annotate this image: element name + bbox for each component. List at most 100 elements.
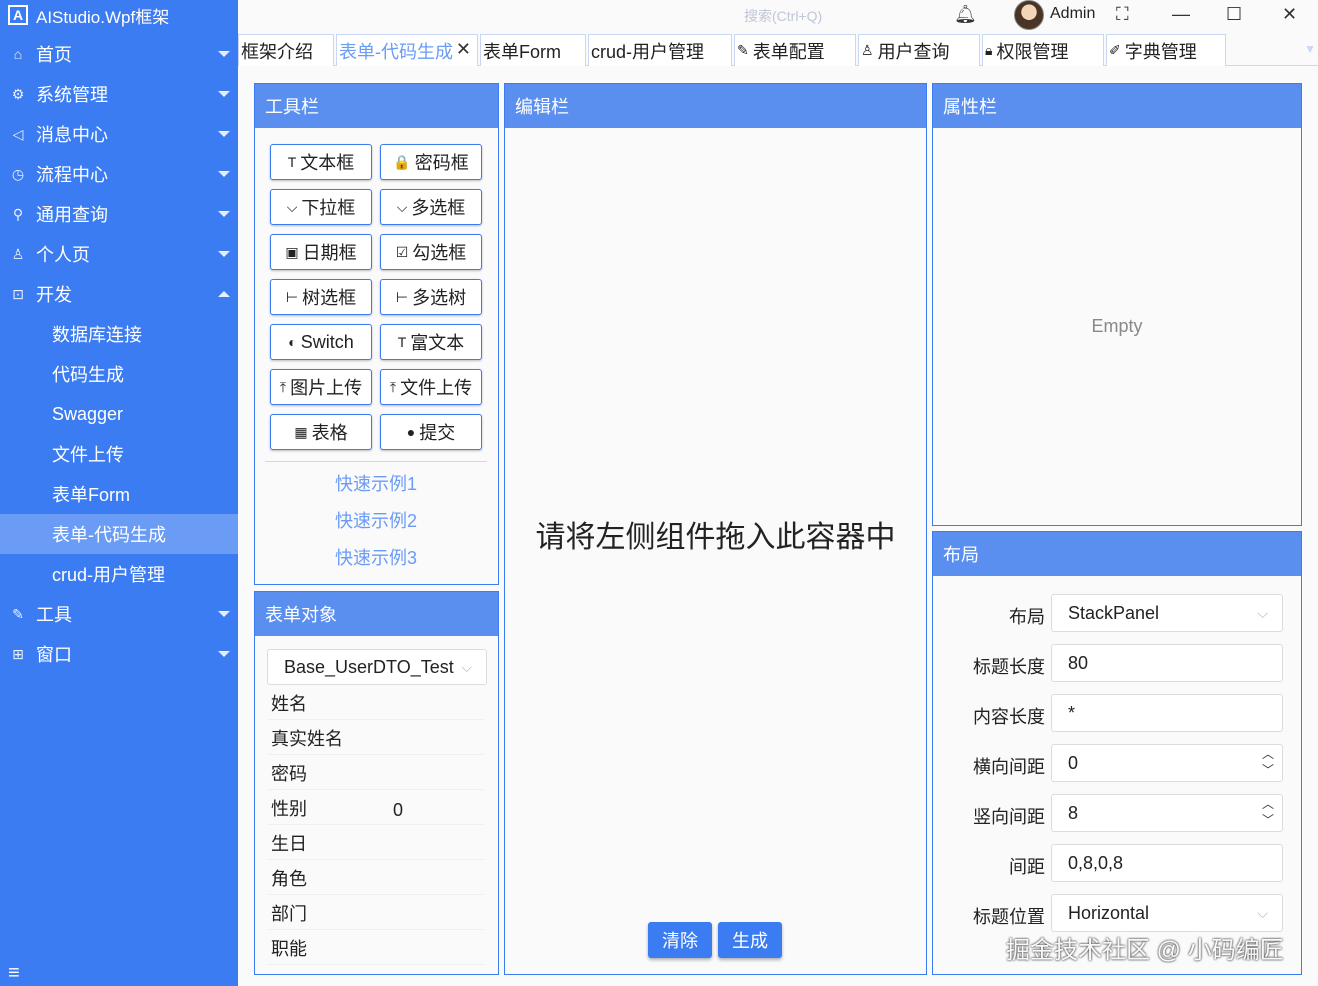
tool-button[interactable]: 🔒 密码框 — [380, 144, 482, 180]
avatar[interactable] — [1014, 0, 1044, 30]
tab-user-query[interactable]: ♙ 用户查询 — [858, 34, 980, 66]
tool-button-icon: ● — [406, 424, 416, 440]
tool-button[interactable]: ⤒ 文件上传 — [380, 369, 482, 405]
tab-permissions[interactable]: 🔒︎ 权限管理 — [982, 34, 1104, 66]
chevron-down-icon — [218, 211, 230, 217]
sidebar-item-query[interactable]: ⚲ 通用查询 — [0, 194, 238, 234]
tool-button[interactable]: ☑ 勾选框 — [380, 234, 482, 270]
sidebar-subitem-upload[interactable]: 文件上传 — [0, 434, 238, 474]
title-position-select[interactable]: Horizontal ⌵ — [1051, 894, 1283, 932]
spinner-arrows-icon[interactable]: ︿ ﹀ — [1262, 746, 1274, 778]
tool-button[interactable]: ◐ Switch — [270, 324, 372, 360]
watermark: 掘金技术社区 @ 小码编匠 — [1006, 937, 1284, 964]
sidebar-subitem-crud[interactable]: crud-用户管理 — [0, 554, 238, 594]
field-row[interactable]: 角色 — [267, 861, 485, 895]
spinner-arrows-icon[interactable]: ︿ ﹀ — [1262, 796, 1274, 828]
app-logo-icon: A — [8, 5, 28, 25]
quick-example-1-link[interactable]: 快速示例1 — [335, 470, 417, 496]
tab-intro[interactable]: 框架介绍 — [238, 34, 334, 66]
sidebar-item-label: 系统管理 — [36, 85, 108, 105]
tab-form-codegen[interactable]: 表单-代码生成 ✕ — [336, 34, 478, 66]
tool-button[interactable]: T 富文本 — [380, 324, 482, 360]
tool-button-icon: T — [287, 154, 297, 170]
tool-button-icon: ⤒ — [389, 378, 397, 395]
tab-form-config[interactable]: ✎ 表单配置 — [734, 34, 856, 66]
maximize-icon[interactable]: ☐ — [1226, 4, 1242, 25]
form-object-select[interactable]: Base_UserDTO_Test ⌵ — [267, 649, 487, 685]
tool-button[interactable]: ⌵ 多选框 — [380, 189, 482, 225]
bell-icon[interactable]: 🔔︎ — [954, 4, 977, 25]
tool-button[interactable]: T 文本框 — [270, 144, 372, 180]
tool-button[interactable]: ● 提交 — [380, 414, 482, 450]
field-row[interactable]: 性别 0 — [267, 791, 485, 825]
field-row[interactable]: 生日 — [267, 826, 485, 860]
clear-button[interactable]: 清除 — [648, 922, 712, 958]
field-row[interactable]: 密码 — [267, 756, 485, 790]
close-icon[interactable]: ✕ — [1282, 4, 1297, 25]
content-width-input[interactable]: * — [1051, 694, 1283, 732]
chevron-down-icon — [218, 651, 230, 657]
tool-button-icon: ⊢ — [395, 288, 409, 305]
sidebar-item-dev[interactable]: ⊡ 开发 — [0, 274, 238, 314]
tool-button[interactable]: ▣ 日期框 — [270, 234, 372, 270]
sidebar-item-workflow[interactable]: ◷ 流程中心 — [0, 154, 238, 194]
drop-zone-hint[interactable]: 请将左侧组件拖入此容器中 — [505, 512, 926, 556]
tab-form[interactable]: 表单Form — [480, 34, 586, 66]
sidebar-subitem-label: crud-用户管理 — [52, 565, 166, 585]
tool-button[interactable]: ⌵ 下拉框 — [270, 189, 372, 225]
tab-crud[interactable]: crud-用户管理 — [588, 34, 732, 66]
sidebar-item-tools[interactable]: ✎ 工具 — [0, 594, 238, 634]
minimize-icon[interactable]: — — [1172, 4, 1190, 25]
sidebar-subitem-label: Swagger — [52, 403, 124, 424]
tool-button-label: 勾选框 — [412, 243, 467, 263]
sidebar-subitem-db[interactable]: 数据库连接 — [0, 314, 238, 354]
user-name[interactable]: Admin — [1050, 5, 1095, 23]
margin-input[interactable]: 0,8,0,8 — [1051, 844, 1283, 882]
tool-button-icon: ☑ — [395, 243, 409, 260]
editor-panel: 编辑栏 请将左侧组件拖入此容器中 清除 生成 — [504, 83, 927, 975]
sidebar-item-label: 个人页 — [36, 245, 90, 265]
vertical-spacing-stepper[interactable]: 8 ︿ ﹀ — [1051, 794, 1283, 832]
generate-button[interactable]: 生成 — [718, 922, 782, 958]
horizontal-spacing-stepper[interactable]: 0 ︿ ﹀ — [1051, 744, 1283, 782]
sidebar-subitem-codegen[interactable]: 代码生成 — [0, 354, 238, 394]
tool-button-label: 表格 — [311, 423, 348, 443]
sidebar-item-profile[interactable]: ♙ 个人页 — [0, 234, 238, 274]
sidebar-subitem-form[interactable]: 表单Form — [0, 474, 238, 514]
field-row[interactable]: 真实姓名 — [267, 721, 485, 755]
fullscreen-icon[interactable]: ⛶ — [1116, 4, 1129, 25]
tool-button-label: 文件上传 — [400, 378, 473, 398]
close-icon[interactable]: ✕ — [456, 39, 471, 60]
title-bar: 搜索(Ctrl+Q) 🔔︎ Admin ⛶ — ☐ ✕ — [238, 0, 1318, 32]
layout-select[interactable]: StackPanel ⌵ — [1051, 594, 1283, 632]
sidebar-subitem-label: 代码生成 — [52, 365, 124, 385]
title-width-value: 80 — [1068, 652, 1089, 673]
sidebar-item-system[interactable]: ⚙ 系统管理 — [0, 74, 238, 114]
sidebar-item-home[interactable]: ⌂ 首页 — [0, 34, 238, 74]
quick-example-2-link[interactable]: 快速示例2 — [335, 507, 417, 533]
quick-example-3-link[interactable]: 快速示例3 — [335, 544, 417, 570]
sidebar-subitem-swagger[interactable]: Swagger — [0, 394, 238, 434]
toolbar-panel: 工具栏 T 文本框 🔒 密码框 ⌵ 下拉框 ⌵ 多选框 ▣ 日期框 ☑ 勾选框 ⊢ 树选框 ⊢ 多选树 ◐ Swi… — [254, 83, 499, 585]
tab-overflow-icon[interactable]: ▼ — [1304, 42, 1316, 56]
clock-icon: ◷ — [11, 165, 25, 182]
sidebar-item-window[interactable]: ⊞ 窗口 — [0, 634, 238, 674]
tab-dictionary[interactable]: ✐ 字典管理 — [1106, 34, 1226, 66]
search-placeholder[interactable]: 搜索(Ctrl+Q) — [744, 6, 822, 26]
tool-button[interactable]: ⤒ 图片上传 — [270, 369, 372, 405]
sidebar-subitem-form-codegen[interactable]: 表单-代码生成 — [0, 514, 238, 554]
field-row[interactable]: 姓名 — [267, 686, 485, 720]
tool-button[interactable]: ⊢ 多选树 — [380, 279, 482, 315]
field-row[interactable]: 职能 — [267, 931, 485, 965]
field-row[interactable]: 部门 — [267, 896, 485, 930]
hamburger-menu-icon[interactable]: ≡ — [8, 962, 20, 985]
sidebar-subitem-label: 表单-代码生成 — [52, 525, 166, 545]
sidebar-item-label: 通用查询 — [36, 205, 108, 225]
title-width-input[interactable]: 80 — [1051, 644, 1283, 682]
sidebar-item-messages[interactable]: ◁ 消息中心 — [0, 114, 238, 154]
tool-button[interactable]: ▦ 表格 — [270, 414, 372, 450]
layout-label: 布局 — [1009, 607, 1045, 627]
vertical-spacing-value: 8 — [1068, 802, 1079, 823]
tool-button[interactable]: ⊢ 树选框 — [270, 279, 372, 315]
chevron-down-icon: ⌵ — [1257, 905, 1268, 921]
